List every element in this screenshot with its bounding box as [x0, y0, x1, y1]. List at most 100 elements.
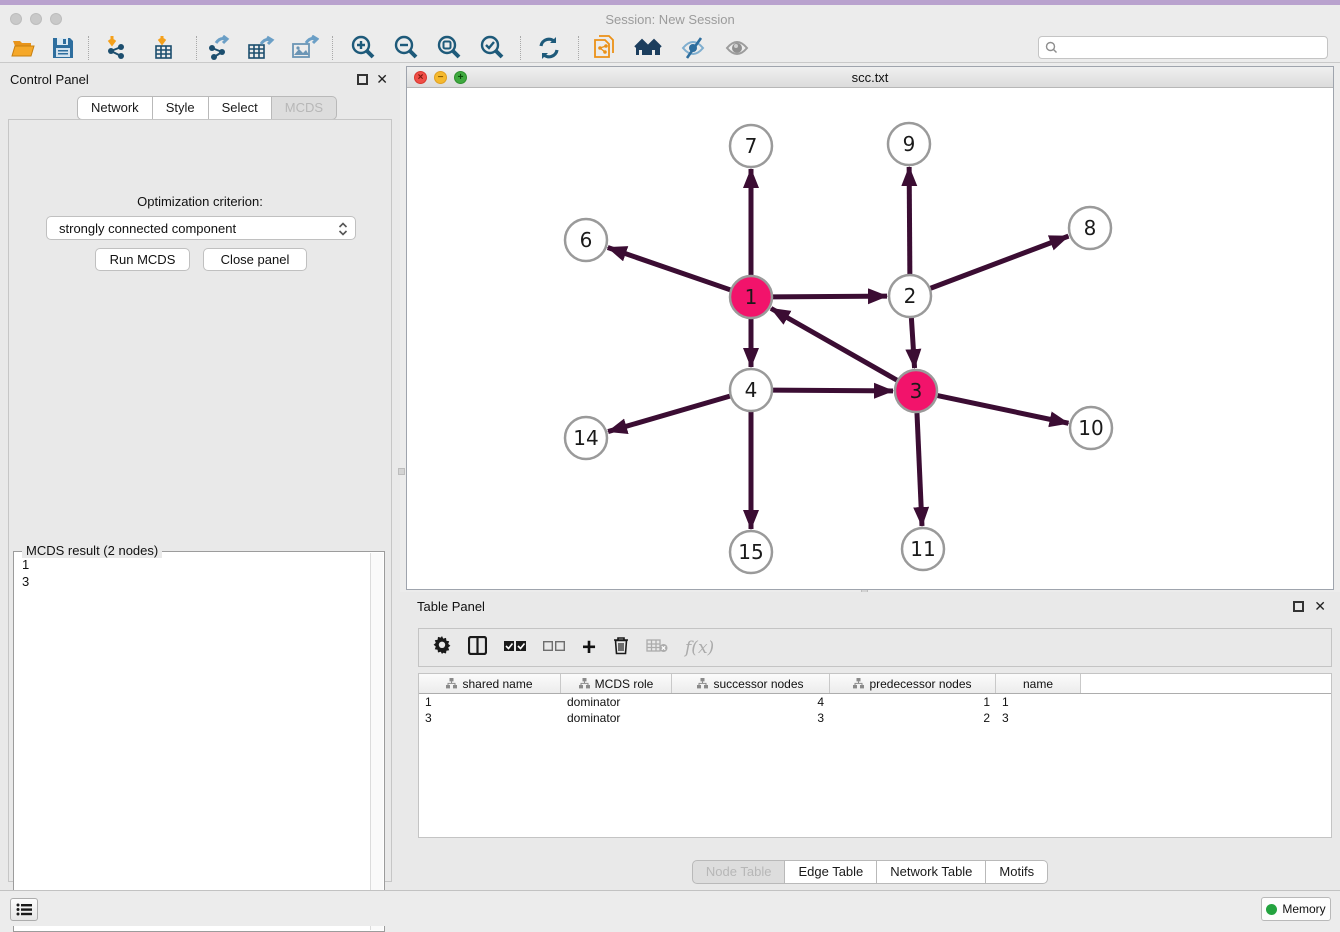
tab-network-table[interactable]: Network Table — [877, 860, 986, 884]
table-cell[interactable]: 1 — [419, 694, 561, 710]
toolbar-separator — [88, 36, 89, 60]
graph-node-9[interactable]: 9 — [888, 123, 930, 165]
svg-text:2: 2 — [904, 284, 917, 308]
refresh-icon[interactable] — [534, 34, 564, 62]
select-stepper-icon — [338, 221, 348, 240]
search-icon — [1045, 41, 1058, 54]
export-network-icon[interactable] — [204, 34, 234, 62]
column-header-MCDS-role[interactable]: MCDS role — [561, 674, 672, 693]
tab-motifs[interactable]: Motifs — [986, 860, 1048, 884]
zoom-out-icon[interactable] — [391, 34, 421, 62]
run-mcds-button[interactable]: Run MCDS — [95, 248, 190, 271]
graph-node-1[interactable]: 1 — [730, 276, 772, 318]
table-cell[interactable]: 3 — [419, 710, 561, 726]
float-panel-icon[interactable] — [357, 74, 368, 85]
column-header-shared-name[interactable]: shared name — [419, 674, 561, 693]
graph-node-14[interactable]: 14 — [565, 417, 607, 459]
result-scrollbar[interactable] — [370, 553, 383, 930]
column-header-name[interactable]: name — [996, 674, 1081, 693]
table-settings-gear-icon[interactable] — [433, 636, 451, 659]
graph-node-4[interactable]: 4 — [730, 369, 772, 411]
hide-selection-icon[interactable] — [678, 34, 708, 62]
mcds-result-text[interactable]: 1 3 — [16, 556, 368, 929]
graph-edge-1-2[interactable] — [773, 296, 887, 297]
search-field[interactable] — [1038, 36, 1328, 59]
graph-edge-2-8[interactable] — [931, 236, 1069, 288]
toolbar-separator — [332, 36, 333, 60]
table-row[interactable]: 1dominator411 — [419, 694, 1331, 710]
graph-edge-4-14[interactable] — [608, 396, 730, 431]
svg-text:4: 4 — [745, 378, 758, 402]
svg-text:9: 9 — [903, 132, 916, 156]
table-cell[interactable]: dominator — [561, 710, 672, 726]
tab-network[interactable]: Network — [77, 96, 153, 120]
export-table-icon[interactable] — [246, 34, 276, 62]
show-all-networks-icon[interactable] — [634, 34, 664, 62]
graph-node-3[interactable]: 3 — [895, 370, 937, 412]
open-session-icon[interactable] — [8, 34, 38, 62]
close-panel-icon[interactable]: ✕ — [376, 72, 388, 86]
table-row[interactable]: 3dominator323 — [419, 710, 1331, 726]
table-cell[interactable]: dominator — [561, 694, 672, 710]
tab-select[interactable]: Select — [209, 96, 272, 120]
table-cell[interactable]: 2 — [830, 710, 996, 726]
table-cell[interactable]: 3 — [996, 710, 1081, 726]
memory-status-icon — [1266, 904, 1277, 915]
import-table-icon[interactable] — [150, 34, 180, 62]
close-table-panel-icon[interactable]: ✕ — [1314, 599, 1326, 613]
column-header-predecessor-nodes[interactable]: predecessor nodes — [830, 674, 996, 693]
zoom-in-icon[interactable] — [348, 34, 378, 62]
save-session-icon[interactable] — [48, 34, 78, 62]
tab-node-table[interactable]: Node Table — [692, 860, 786, 884]
tab-mcds[interactable]: MCDS — [272, 96, 337, 120]
export-image-icon[interactable] — [290, 34, 320, 62]
table-cell[interactable]: 1 — [830, 694, 996, 710]
graph-node-8[interactable]: 8 — [1069, 207, 1111, 249]
import-network-icon[interactable] — [102, 34, 132, 62]
optimization-criterion-select[interactable]: strongly connected component — [46, 216, 356, 240]
list-icon — [16, 903, 32, 916]
table-cell[interactable]: 1 — [996, 694, 1081, 710]
deselect-all-icon[interactable] — [543, 639, 565, 657]
zoom-selected-icon[interactable] — [477, 34, 507, 62]
search-input[interactable] — [1063, 41, 1321, 55]
graph-edge-3-11[interactable] — [917, 413, 922, 526]
node-table[interactable]: shared nameMCDS rolesuccessor nodesprede… — [418, 673, 1332, 838]
memory-button[interactable]: Memory — [1261, 897, 1331, 921]
network-window-titlebar: × − + scc.txt — [407, 67, 1333, 88]
column-header-successor-nodes[interactable]: successor nodes — [672, 674, 830, 693]
graph-node-15[interactable]: 15 — [730, 531, 772, 573]
graph-edge-2-9[interactable] — [909, 167, 910, 274]
close-panel-button[interactable]: Close panel — [203, 248, 307, 271]
graph-node-7[interactable]: 7 — [730, 125, 772, 167]
graph-edge-1-6[interactable] — [608, 248, 730, 290]
clone-network-icon[interactable] — [590, 34, 620, 62]
task-history-button[interactable] — [10, 898, 38, 921]
add-column-icon[interactable]: + — [582, 639, 596, 657]
graph-edge-3-1[interactable] — [771, 308, 897, 380]
graph-node-11[interactable]: 11 — [902, 528, 944, 570]
float-table-panel-icon[interactable] — [1293, 601, 1304, 612]
svg-text:3: 3 — [910, 379, 923, 403]
select-all-icon[interactable] — [504, 639, 526, 657]
graph-node-2[interactable]: 2 — [889, 275, 931, 317]
vertical-splitter-handle[interactable] — [398, 468, 405, 475]
delete-row-trash-icon[interactable] — [613, 636, 629, 660]
table-cell[interactable]: 3 — [672, 710, 830, 726]
table-panel: Table Panel ✕ + f(x) shared nameMCDS rol… — [400, 592, 1340, 890]
mcds-result-group: MCDS result (2 nodes) 1 3 — [13, 551, 385, 932]
graph-edge-4-3[interactable] — [773, 390, 893, 391]
zoom-fit-icon[interactable] — [434, 34, 464, 62]
table-cell[interactable]: 4 — [672, 694, 830, 710]
graph-node-6[interactable]: 6 — [565, 219, 607, 261]
show-selection-icon[interactable] — [722, 34, 752, 62]
graph-edge-2-3[interactable] — [911, 318, 914, 368]
network-canvas[interactable]: 7 9 6 8 1 2 4 3 14 10 15 11 — [407, 88, 1333, 589]
tab-edge-table[interactable]: Edge Table — [785, 860, 877, 884]
optimization-criterion-value: strongly connected component — [59, 221, 236, 236]
toolbar-separator — [578, 36, 579, 60]
graph-node-10[interactable]: 10 — [1070, 407, 1112, 449]
graph-edge-3-10[interactable] — [938, 396, 1069, 424]
tab-style[interactable]: Style — [153, 96, 209, 120]
column-panel-icon[interactable] — [468, 636, 487, 660]
